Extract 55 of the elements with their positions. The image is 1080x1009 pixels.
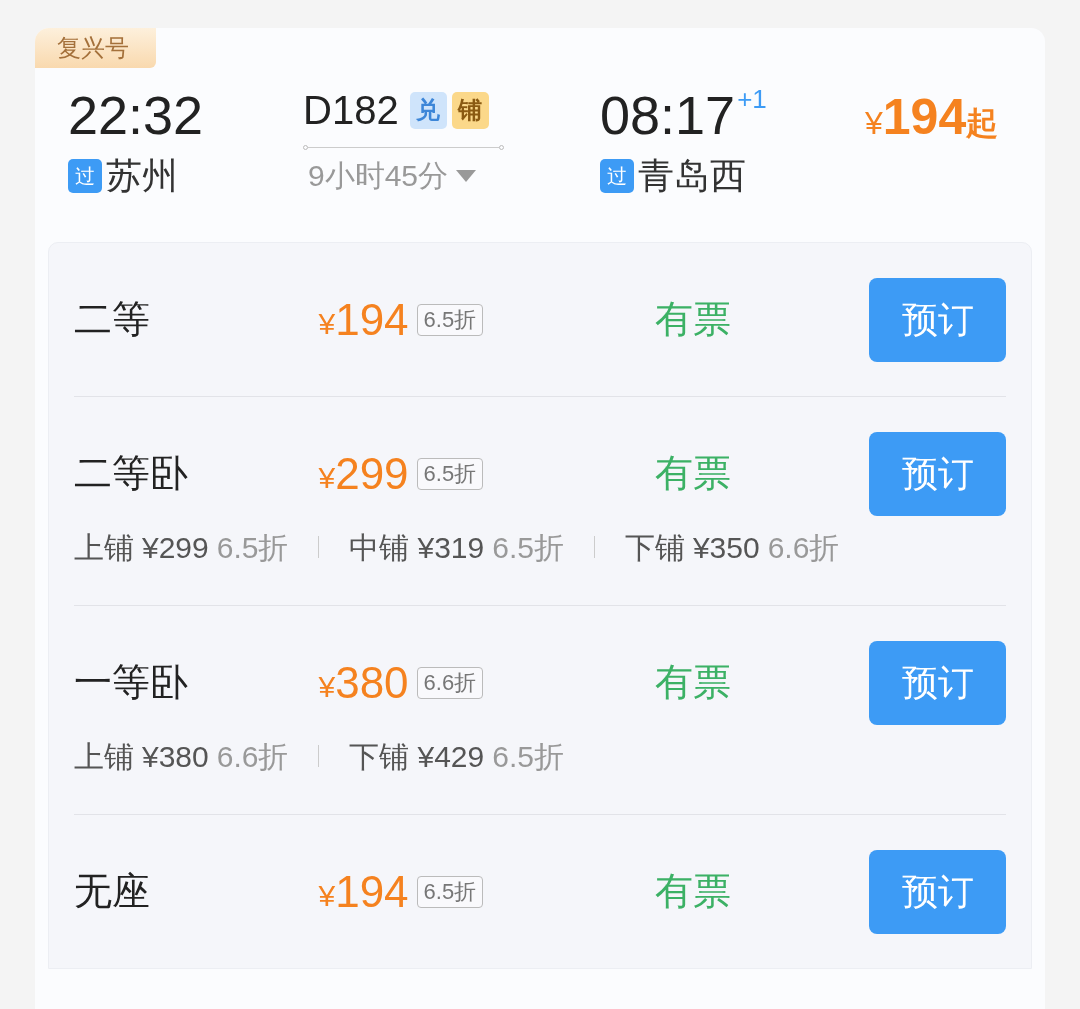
currency-sign: ¥ xyxy=(318,879,336,914)
book-button[interactable]: 预订 xyxy=(869,849,1006,934)
discount-tag: 6.5折 xyxy=(416,875,484,908)
station-name: 苏州 xyxy=(106,154,178,198)
arrival-time: 08:17 xyxy=(600,84,736,146)
seat-class: 无座 xyxy=(74,869,151,914)
berth-label: 下铺 xyxy=(349,738,410,775)
berth-discount: 6.5折 xyxy=(492,738,564,775)
departure-time: 22:32 xyxy=(68,84,204,146)
train-type-badge: 复兴号 xyxy=(35,28,156,68)
day-offset: +1 xyxy=(737,84,767,114)
currency-sign: ¥ xyxy=(318,461,336,496)
seat-price: 194 xyxy=(335,293,409,346)
currency-sign: ¥ xyxy=(318,307,336,342)
discount-tag: 6.5折 xyxy=(416,303,484,336)
seat-class: 一等卧 xyxy=(74,660,189,705)
berth-price: ¥350 xyxy=(692,529,760,566)
availability-text: 有票 xyxy=(654,869,732,914)
berth-label: 中铺 xyxy=(349,529,410,566)
berth-discount: 6.5折 xyxy=(216,529,289,566)
book-button[interactable]: 预订 xyxy=(869,277,1006,362)
duration-text: 9小时45分 xyxy=(308,158,449,194)
berth-discount: 6.6折 xyxy=(216,738,289,775)
pass-badge: 过 xyxy=(68,159,102,193)
berth-discount: 6.5折 xyxy=(492,529,564,566)
price-suffix: 起 xyxy=(966,104,999,143)
train-number: D182 xyxy=(303,87,399,134)
lowest-price: 194 xyxy=(882,88,967,146)
availability-text: 有票 xyxy=(654,297,732,342)
currency-sign: ¥ xyxy=(865,105,883,143)
book-button[interactable]: 预订 xyxy=(869,431,1006,516)
dropdown-triangle-icon[interactable] xyxy=(456,170,477,182)
discount-tag: 6.6折 xyxy=(416,666,484,699)
berth-price: ¥429 xyxy=(417,738,485,775)
berth-label: 上铺 xyxy=(74,738,134,775)
seat-price: 194 xyxy=(335,865,409,918)
discount-tag: 6.5折 xyxy=(416,457,484,490)
train-tag: 兑 xyxy=(409,91,447,129)
seat-price: 380 xyxy=(335,656,409,709)
seat-class: 二等卧 xyxy=(74,451,189,496)
book-button[interactable]: 预订 xyxy=(869,640,1006,725)
berth-price: ¥299 xyxy=(142,529,209,566)
berth-label: 上铺 xyxy=(74,529,134,566)
availability-text: 有票 xyxy=(654,451,732,496)
berth-price: ¥319 xyxy=(417,529,485,566)
berth-discount: 6.6折 xyxy=(767,529,840,566)
availability-text: 有票 xyxy=(654,660,732,705)
station-name: 青岛西 xyxy=(638,154,746,198)
pass-badge: 过 xyxy=(600,159,634,193)
train-tag: 铺 xyxy=(451,91,489,129)
seat-price: 299 xyxy=(335,447,409,500)
currency-sign: ¥ xyxy=(318,670,336,705)
berth-label: 下铺 xyxy=(624,529,685,566)
seat-class: 二等 xyxy=(74,297,151,342)
berth-price: ¥380 xyxy=(142,738,209,775)
